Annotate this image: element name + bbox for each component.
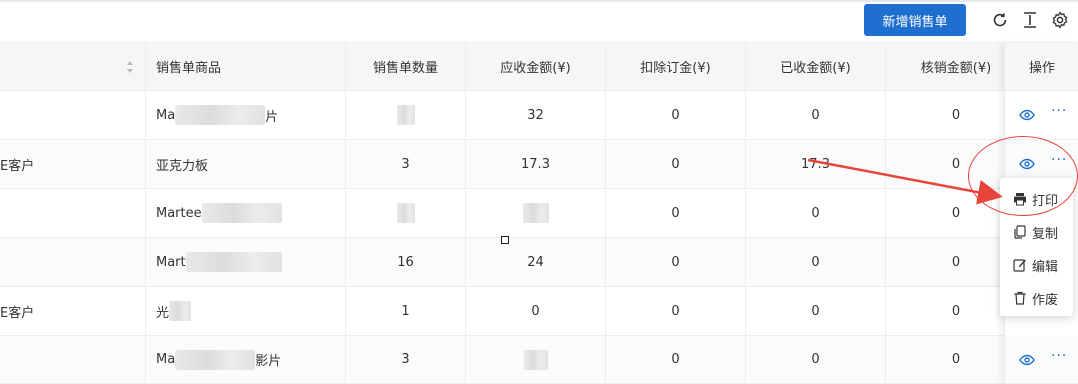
product-cell: Ma 影片 [146,336,346,383]
customer-cell: E客户 [0,140,146,188]
view-eye-icon[interactable] [1019,352,1035,368]
deposit-cell: 0 [606,238,746,286]
product-text: Ma [156,352,176,367]
table-row[interactable]: Mart 16 24 0 0 0 [0,238,1078,287]
edit-icon [1013,258,1027,272]
receivable-cell: 17.3 [466,140,606,188]
redacted-block [175,105,266,125]
table-row[interactable]: E客户 亚克力板 3 17.3 0 17.3 0 [0,140,1078,189]
menu-item-label: 编辑 [1032,259,1059,275]
toolbar: 新增销售单 [0,2,1078,42]
header-quantity: 销售单数量 [346,43,466,90]
redacted-block [396,105,415,125]
customer-cell [0,238,146,286]
sort-icon[interactable] [126,60,134,78]
deposit-cell: 0 [606,189,746,237]
receivable-cell: 24 [466,238,606,286]
quantity-cell [346,189,466,237]
delete-icon [1013,291,1027,305]
received-cell: 0 [746,336,886,383]
header-received: 已收金额(¥) [746,43,886,90]
quantity-cell: 1 [346,287,466,335]
received-cell: 0 [746,287,886,335]
menu-item-label: 复制 [1032,226,1059,242]
column-height-icon[interactable] [1020,10,1040,30]
redacted-block [201,203,282,223]
product-text-suffix: 片 [265,109,279,125]
table-header-row: 销售单商品 销售单数量 应收金额(¥) 扣除订金(¥) 已收金额(¥) 核销金额… [0,42,1078,91]
redacted-block [522,203,549,223]
deposit-cell: 0 [606,91,746,139]
received-cell: 0 [746,238,886,286]
product-cell: 光 [146,287,346,335]
row-actions: ··· [1005,91,1078,140]
view-eye-icon[interactable] [1019,107,1035,123]
customer-cell [0,336,146,383]
product-text: Mart [156,254,186,270]
redacted-block [169,301,192,321]
header-deposit: 扣除订金(¥) [606,43,746,90]
receivable-cell: 32 [466,91,606,139]
redacted-block [523,349,548,370]
table-row[interactable]: Ma 片 32 0 0 0 [0,91,1078,140]
header-customer[interactable] [0,43,146,90]
header-receivable: 应收金额(¥) [466,43,606,90]
settings-icon[interactable] [1050,10,1070,30]
product-text: 光 [156,305,170,321]
deposit-cell: 0 [606,336,746,383]
quantity-cell: 16 [346,238,466,286]
product-text: Martee [156,205,202,221]
deposit-cell: 0 [606,140,746,188]
header-product: 销售单商品 [146,43,346,90]
menu-item-edit[interactable]: 编辑 [1000,249,1073,281]
header-actions: 操作 [1005,42,1078,91]
received-cell: 17.3 [746,140,886,188]
customer-cell [0,189,146,237]
product-cell: 亚克力板 [146,140,346,188]
more-actions-icon[interactable]: ··· [1051,103,1067,119]
receivable-cell: 0 [466,287,606,335]
product-cell: Ma 片 [146,91,346,139]
row-actions: ··· [1005,336,1078,384]
quantity-cell: 3 [346,336,466,383]
menu-item-void[interactable]: 作废 [1000,282,1073,314]
cursor-marker [501,236,509,244]
menu-item-copy[interactable]: 复制 [1000,216,1073,248]
product-cell: Mart [146,238,346,286]
new-sales-order-button[interactable]: 新增销售单 [864,4,966,36]
received-cell: 0 [746,189,886,237]
menu-item-label: 作废 [1032,292,1059,308]
receivable-cell [466,336,606,383]
receivable-cell [466,189,606,237]
redacted-block [396,203,415,223]
redacted-block [185,252,282,272]
product-text: Ma [156,107,176,123]
refresh-icon[interactable] [990,10,1010,30]
more-actions-icon[interactable]: ··· [1051,348,1067,364]
redacted-block [175,349,256,370]
product-cell: Martee [146,189,346,237]
customer-cell [0,91,146,139]
copy-icon [1013,225,1027,239]
table-row[interactable]: Ma 影片 3 0 0 0 [0,336,1078,384]
quantity-cell: 3 [346,140,466,188]
product-text-suffix: 影片 [255,354,282,369]
received-cell: 0 [746,91,886,139]
annotation-ellipse [968,136,1078,216]
deposit-cell: 0 [606,287,746,335]
customer-cell: E客户 [0,287,146,335]
quantity-cell [346,91,466,139]
table-row[interactable]: E客户 光 1 0 0 0 0 [0,287,1078,336]
table-row[interactable]: Martee 0 0 0 [0,189,1078,238]
